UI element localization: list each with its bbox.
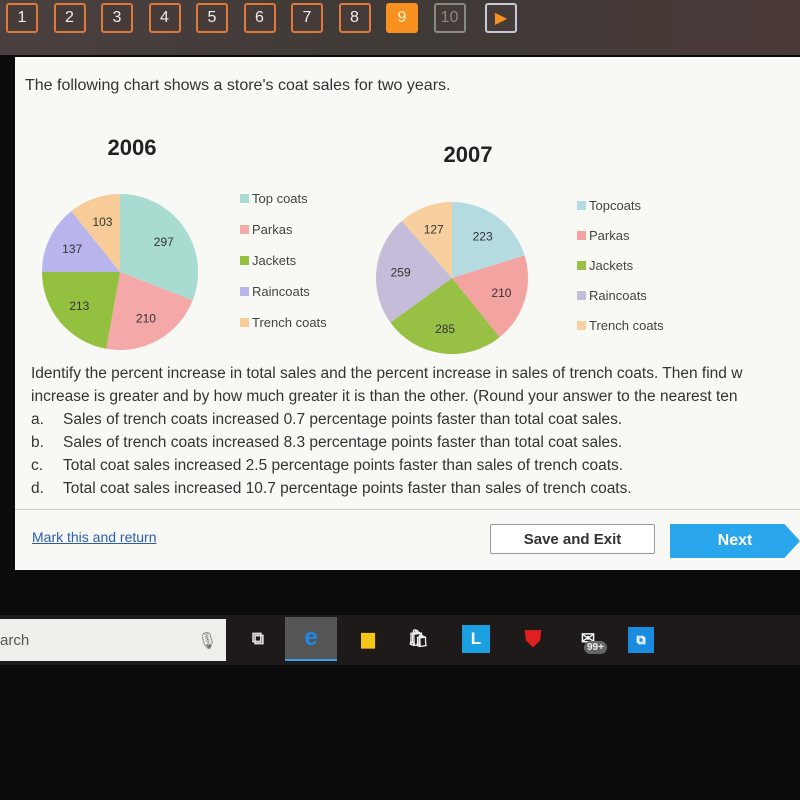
question-7-button[interactable]: 7 [291,3,323,33]
legend-swatch [577,201,586,210]
question-panel: The following chart shows a store's coat… [15,57,800,570]
option-text: Total coat sales increased 10.7 percenta… [63,480,632,497]
pie-title: 2006 [108,135,157,160]
legend-swatch [240,318,249,327]
answer-option-a[interactable]: a. Sales of trench coats increased 0.7 pe… [31,408,800,431]
question-3-button[interactable]: 3 [101,3,133,33]
legend-label: Trench coats [589,318,664,333]
question-line-2: increase is greater and by how much grea… [31,388,738,405]
question-line-1: Identify the percent increase in total s… [31,365,743,382]
phone-link-icon[interactable]: ⧉ [628,627,654,653]
data-label: 137 [62,242,82,256]
play-arrow-icon[interactable]: ▶ [485,3,517,33]
legend-label: Raincoats [589,288,647,303]
legend-label: Parkas [589,228,630,243]
option-text: Total coat sales increased 2.5 percentag… [63,457,624,474]
data-label: 210 [491,286,511,300]
taskbar-search-input[interactable]: arch 🎙 [0,619,226,661]
search-placeholder: arch [0,632,30,649]
option-letter: b. [31,434,44,451]
mail-badge: 99+ [584,641,607,654]
microphone-icon[interactable]: 🎙 [197,631,217,651]
legend-label: Top coats [252,191,308,206]
question-text: Identify the percent increase in total s… [31,362,800,500]
question-5-button[interactable]: 5 [196,3,228,33]
answer-option-d[interactable]: d. Total coat sales increased 10.7 percen… [31,477,800,500]
legend-label: Jackets [589,258,634,273]
legend-swatch [577,231,586,240]
option-letter: d. [31,480,44,497]
legend-swatch [577,291,586,300]
mail-icon[interactable]: ✉ 99+ [570,621,607,657]
legend-swatch [240,256,249,265]
option-text: Sales of trench coats increased 8.3 perc… [63,434,623,451]
data-label: 285 [435,322,455,336]
option-text: Sales of trench coats increased 0.7 perc… [63,411,623,428]
edge-browser-icon[interactable]: e [285,617,337,661]
data-label: 127 [424,223,444,237]
question-6-button[interactable]: 6 [243,3,276,33]
question-1-button[interactable]: 1 [6,3,38,33]
question-2-button[interactable]: 2 [53,3,86,33]
legend-swatch [577,321,586,330]
legend-label: Raincoats [252,284,310,299]
data-label: 103 [92,215,112,229]
option-letter: c. [31,457,44,474]
question-9-button[interactable]: 9 [386,3,418,33]
next-button[interactable]: Next [670,524,800,558]
intro-text: The following chart shows a store's coat… [25,77,451,94]
pie-charts: 2006 297 Top coats 210 Parkas 213 Jackets 137 Ra… [42,135,664,354]
question-8-button[interactable]: 8 [338,3,371,33]
pie-title: 2007 [444,142,493,167]
data-label: 213 [69,299,89,313]
answer-option-c[interactable]: c. Total coat sales increased 2.5 percent… [31,454,800,477]
legend-label: Topcoats [589,198,642,213]
store-icon[interactable]: 🛍 [400,621,436,657]
question-10-button[interactable]: 10 [433,3,466,33]
legend-label: Trench coats [252,315,327,330]
legend-swatch [240,194,249,203]
legend-swatch [577,261,586,270]
option-letter: a. [31,411,44,428]
mcafee-icon[interactable]: ⛊ [515,621,551,657]
data-label: 297 [154,235,174,249]
l-app-icon[interactable]: L [462,625,490,653]
question-4-button[interactable]: 4 [148,3,181,33]
question-nav-bar: 1 2 3 4 5 6 7 8 9 10 ▶ [0,0,800,55]
data-label: 223 [473,229,493,243]
task-view-icon[interactable]: ⧉ [240,621,276,657]
taskbar: arch 🎙 ⧉ e ▆ 🛍 L ⛊ ✉ 99+ ⧉ [0,615,800,665]
save-and-exit-button[interactable]: Save and Exit [490,524,655,554]
legend-swatch [240,225,249,234]
divider [15,509,800,510]
legend-swatch [240,287,249,296]
data-label: 259 [391,265,411,279]
file-explorer-icon[interactable]: ▆ [350,621,386,657]
legend-label: Jackets [252,253,297,268]
mark-and-return-link[interactable]: Mark this and return [32,529,157,545]
answer-option-b[interactable]: b. Sales of trench coats increased 8.3 pe… [31,431,800,454]
data-label: 210 [136,311,156,325]
legend-label: Parkas [252,222,293,237]
